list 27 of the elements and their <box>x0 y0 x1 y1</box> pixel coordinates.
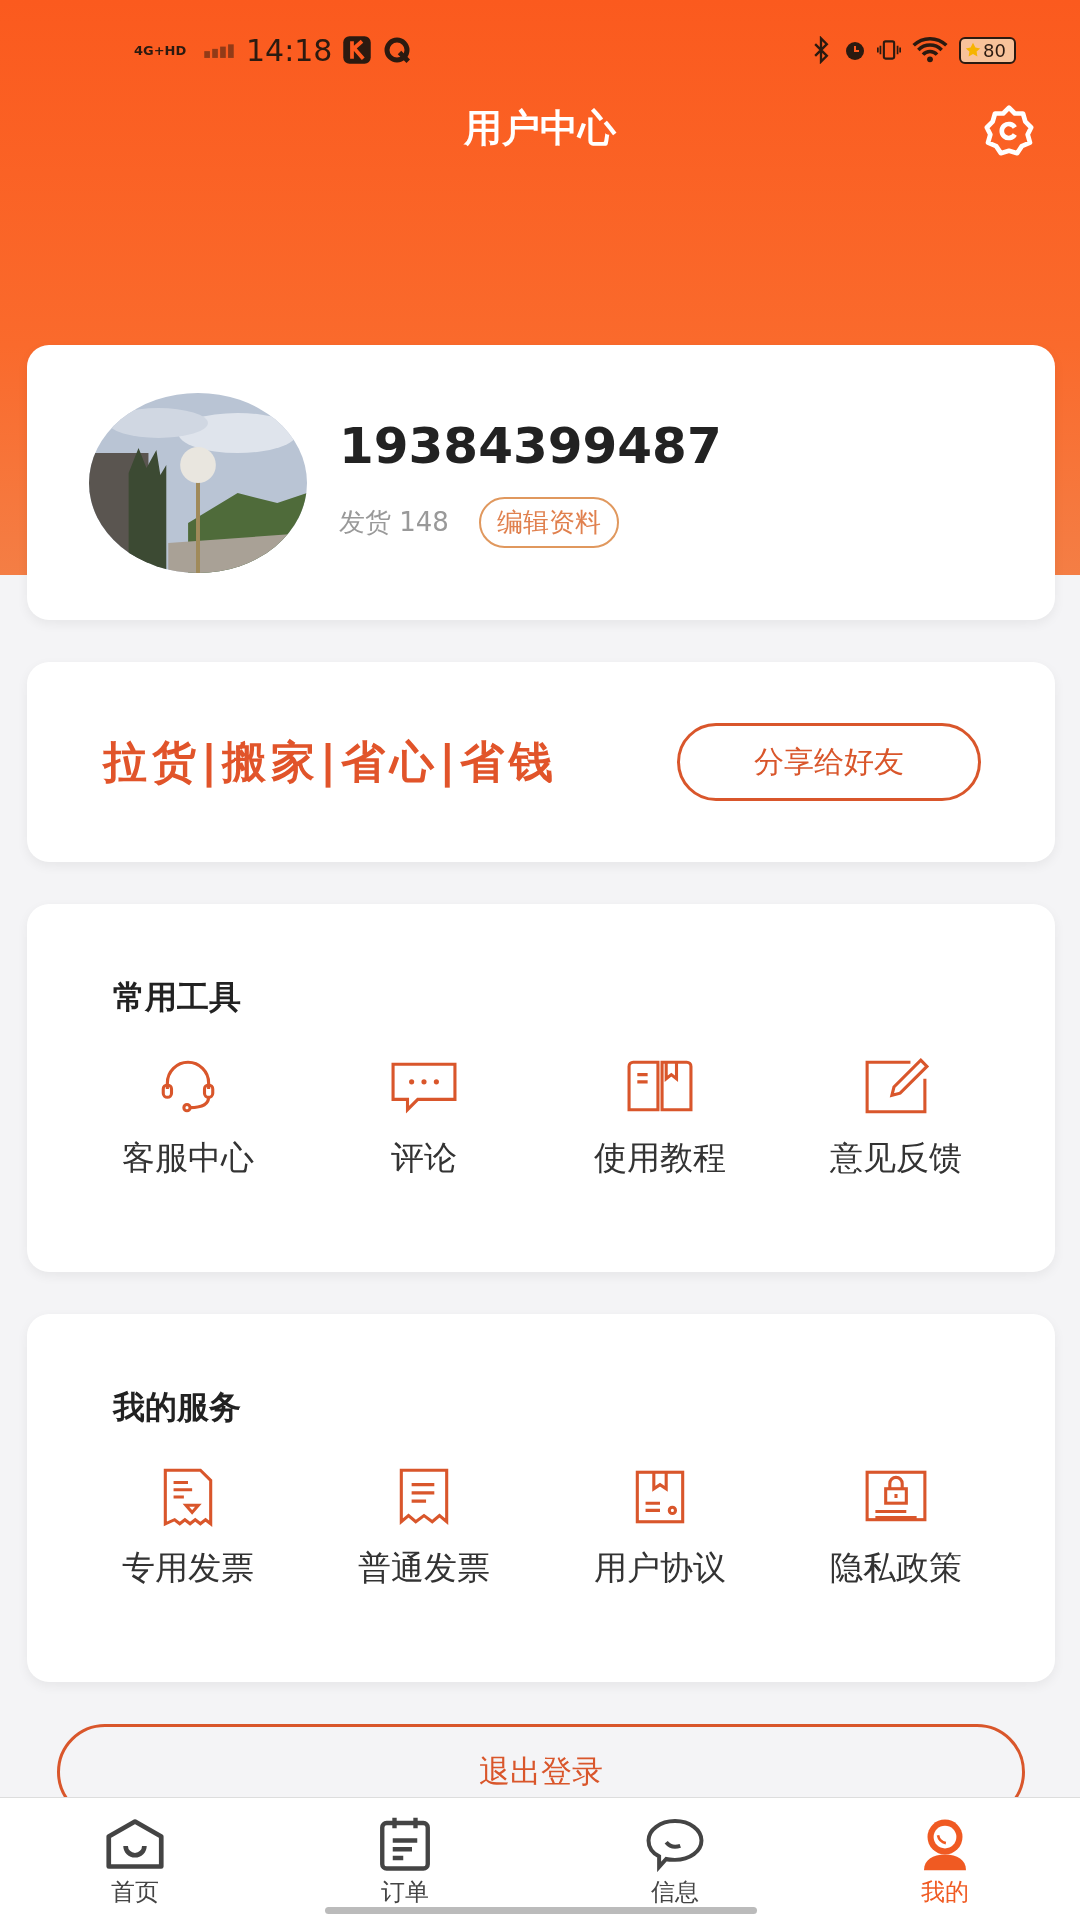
tool-label[interactable]: 评论 <box>391 1136 457 1181</box>
tool-label[interactable]: 客服中心 <box>122 1136 254 1181</box>
tool-label[interactable]: 普通发票 <box>358 1546 490 1591</box>
network-label: 4G+HD <box>134 43 188 57</box>
app-notification-icon <box>342 35 373 65</box>
slogan-text: 拉货|搬家|省心|省钱 <box>103 734 559 790</box>
tool-label[interactable]: 意见反馈 <box>830 1136 962 1181</box>
phone-number: 19384399487 <box>339 417 722 475</box>
app-notification-icon <box>382 35 413 65</box>
section-title: 常用工具 <box>113 977 242 1018</box>
page-title: 用户中心 <box>464 104 616 152</box>
wifi-icon <box>911 36 950 64</box>
nav-tab[interactable]: 首页 <box>0 1798 270 1920</box>
signal-icon <box>202 42 236 58</box>
tool-label[interactable]: 使用教程 <box>594 1136 726 1181</box>
tool-label[interactable]: 隐私政策 <box>830 1546 962 1591</box>
share-button[interactable]: 分享给好友 <box>677 723 981 801</box>
battery-indicator: 80 <box>959 36 1016 64</box>
home-icon <box>105 1816 165 1872</box>
tool-label[interactable]: 专用发票 <box>122 1546 254 1591</box>
clock-time: 14:18 <box>246 32 333 68</box>
tool-label[interactable]: 用户协议 <box>594 1546 726 1591</box>
speech-bubble-icon <box>645 1816 705 1872</box>
nav-tab[interactable]: 订单 <box>270 1798 540 1920</box>
nav-tab[interactable]: 信息 <box>540 1798 810 1920</box>
shipment-count: 发货 148 <box>339 506 449 539</box>
section-title: 我的服务 <box>113 1387 242 1428</box>
